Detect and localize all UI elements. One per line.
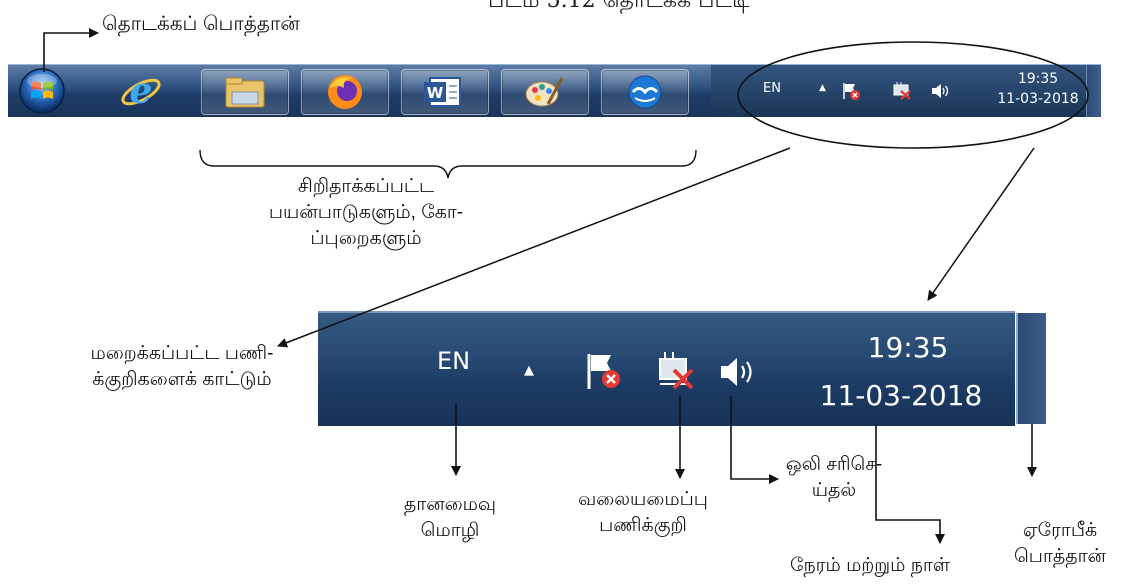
volume-arrow xyxy=(730,396,779,484)
tray-highlight-ellipse xyxy=(737,41,1089,149)
time-date-arrow xyxy=(875,424,945,544)
callout-lines xyxy=(43,28,1089,544)
tray-to-hidden-arrow xyxy=(277,147,791,348)
pinned-apps-brace xyxy=(199,149,697,179)
start-button-arrow xyxy=(43,28,99,72)
tray-to-zoom-arrow xyxy=(927,147,1035,301)
